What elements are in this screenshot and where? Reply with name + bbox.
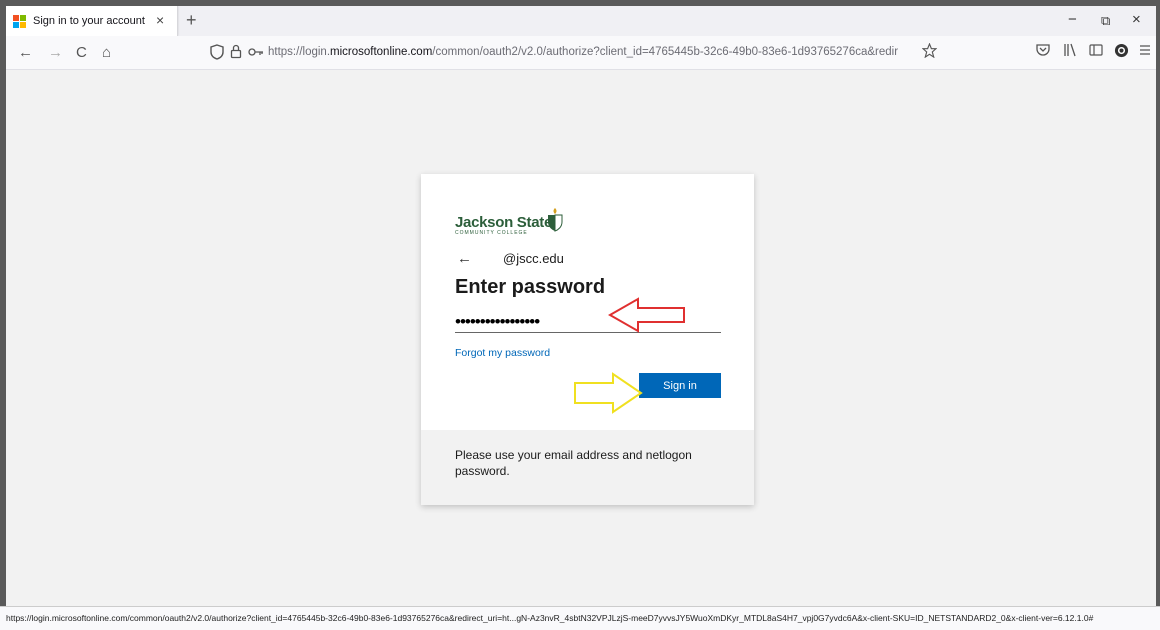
sidebar-icon[interactable] bbox=[1089, 43, 1103, 60]
menu-icon[interactable] bbox=[1139, 43, 1151, 59]
url-bar[interactable]: https://login.microsoftonline.com/common… bbox=[202, 40, 946, 66]
pocket-icon[interactable] bbox=[1036, 43, 1050, 60]
home-button[interactable]: ⌂ bbox=[102, 44, 111, 61]
back-button[interactable]: ← bbox=[18, 44, 33, 61]
tab-sign-in[interactable]: Sign in to your account × bbox=[6, 6, 178, 36]
microsoft-logo-icon bbox=[13, 15, 27, 29]
new-tab-button[interactable]: + bbox=[186, 10, 197, 31]
star-icon[interactable] bbox=[921, 42, 938, 62]
logo-name: Jackson State bbox=[455, 214, 552, 231]
url-domain: microsoftonline.com bbox=[330, 46, 433, 58]
shield-icon[interactable] bbox=[210, 44, 224, 64]
minimize-button[interactable]: − bbox=[1068, 11, 1077, 28]
account-icon[interactable] bbox=[1114, 43, 1129, 61]
key-icon[interactable] bbox=[248, 45, 264, 60]
yellow-arrow-icon bbox=[573, 372, 643, 419]
page-content: Jackson State COMMUNITY COLLEGE ← @jscc.… bbox=[6, 70, 1156, 606]
footer-message: Please use your email address and netlog… bbox=[455, 448, 692, 478]
url-prefix: https://login. bbox=[268, 46, 331, 58]
forgot-password-link[interactable]: Forgot my password bbox=[455, 347, 550, 359]
tab-strip: Sign in to your account × + − ⧉ × bbox=[6, 6, 1156, 36]
account-email: @jscc.edu bbox=[503, 251, 564, 266]
login-card: Jackson State COMMUNITY COLLEGE ← @jscc.… bbox=[421, 174, 754, 505]
restore-button[interactable]: ⧉ bbox=[1101, 13, 1110, 29]
reload-button[interactable]: C bbox=[76, 44, 87, 61]
shield-logo-icon bbox=[547, 208, 563, 237]
library-icon[interactable] bbox=[1063, 43, 1078, 60]
forward-button[interactable]: → bbox=[48, 44, 63, 61]
status-bar: https://login.microsoftonline.com/common… bbox=[0, 606, 1160, 630]
sign-in-button[interactable]: Sign in bbox=[639, 373, 721, 398]
url-text[interactable]: https://login.microsoftonline.com/common… bbox=[268, 46, 898, 58]
url-path: /common/oauth2/v2.0/authorize?client_id=… bbox=[432, 46, 898, 58]
tab-close-icon[interactable]: × bbox=[156, 12, 164, 28]
back-arrow-icon[interactable]: ← bbox=[457, 250, 472, 267]
navigation-bar: ← → C ⌂ https://login.microsoftonline.co… bbox=[6, 36, 1156, 70]
lock-icon[interactable] bbox=[230, 44, 242, 62]
red-arrow-icon bbox=[607, 297, 686, 338]
browser-window: Sign in to your account × + − ⧉ × ← → C … bbox=[6, 6, 1156, 606]
page-title: Enter password bbox=[455, 276, 606, 298]
close-window-button[interactable]: × bbox=[1132, 11, 1141, 28]
status-url: https://login.microsoftonline.com/common… bbox=[6, 613, 1094, 623]
card-footer: Please use your email address and netlog… bbox=[421, 430, 754, 505]
college-logo: Jackson State COMMUNITY COLLEGE bbox=[455, 208, 563, 236]
tab-title: Sign in to your account bbox=[33, 15, 145, 27]
